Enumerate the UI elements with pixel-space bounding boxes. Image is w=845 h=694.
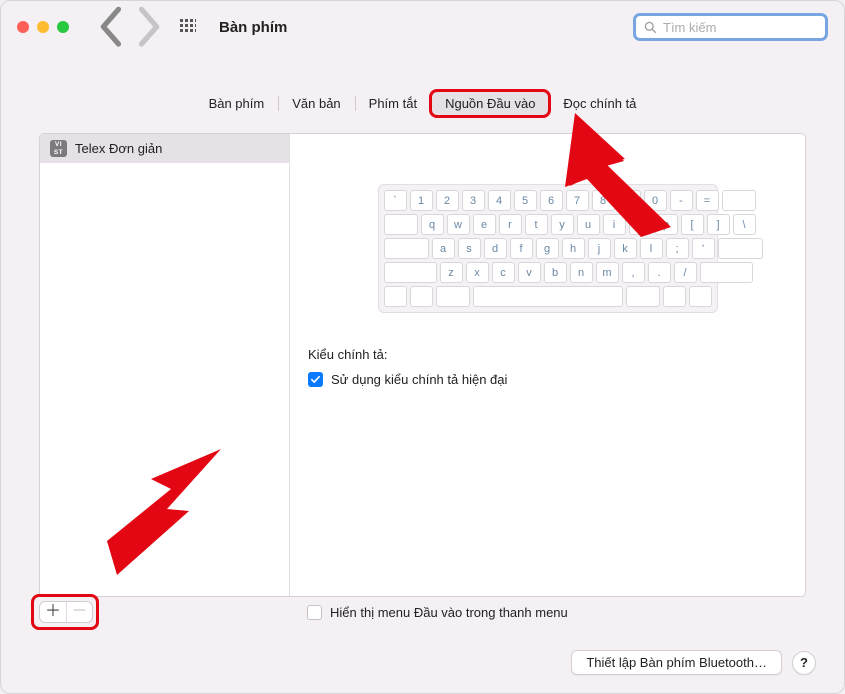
keyboard-key: .	[648, 262, 671, 283]
forward-button	[135, 14, 161, 40]
keyboard-key: 6	[540, 190, 563, 211]
keyboard-key: k	[614, 238, 637, 259]
window-title: Bàn phím	[219, 19, 287, 36]
keyboard-key: r	[499, 214, 522, 235]
keyboard-key: 5	[514, 190, 537, 211]
keyboard-key: 3	[462, 190, 485, 211]
keyboard-key	[384, 214, 418, 235]
keyboard-key: c	[492, 262, 515, 283]
spelling-checkbox-row[interactable]: Sử dụng kiểu chính tả hiện đại	[308, 372, 787, 387]
keyboard-key: z	[440, 262, 463, 283]
checkbox-checked-icon[interactable]	[308, 372, 323, 387]
add-button[interactable]: ＋	[40, 602, 66, 622]
keyboard-key: ,	[622, 262, 645, 283]
show-input-menu-checkbox[interactable]: Hiển thị menu Đầu vào trong thanh menu	[307, 605, 568, 620]
keyboard-key: v	[518, 262, 541, 283]
keyboard-key: '	[692, 238, 715, 259]
back-button[interactable]	[99, 14, 125, 40]
list-item[interactable]: VI ST Telex Đơn giản	[40, 134, 289, 163]
spelling-checkbox-label: Sử dụng kiểu chính tả hiện đại	[331, 372, 507, 387]
keyboard-key: n	[570, 262, 593, 283]
keyboard-key	[700, 262, 753, 283]
keyboard-key: g	[536, 238, 559, 259]
keyboard-key	[410, 286, 433, 307]
keyboard-key: /	[674, 262, 697, 283]
keyboard-key: 2	[436, 190, 459, 211]
keyboard-key: 4	[488, 190, 511, 211]
keyboard-key: w	[447, 214, 470, 235]
keyboard-key: 0	[644, 190, 667, 211]
keyboard-key: ]	[707, 214, 730, 235]
keyboard-key: q	[421, 214, 444, 235]
keyboard-key: y	[551, 214, 574, 235]
keyboard-key: f	[510, 238, 533, 259]
keyboard-key: l	[640, 238, 663, 259]
keyboard-key: u	[577, 214, 600, 235]
keyboard-key	[384, 238, 429, 259]
minimize-window-icon[interactable]	[37, 21, 49, 33]
keyboard-key: p	[655, 214, 678, 235]
keyboard-key: a	[432, 238, 455, 259]
keyboard-key	[473, 286, 623, 307]
keyboard-key	[626, 286, 660, 307]
help-button[interactable]: ?	[792, 651, 816, 675]
keyboard-key: 1	[410, 190, 433, 211]
keyboard-key: h	[562, 238, 585, 259]
keyboard-key: s	[458, 238, 481, 259]
keyboard-key: \	[733, 214, 756, 235]
keyboard-key: t	[525, 214, 548, 235]
tab-phím-tắt[interactable]: Phím tắt	[355, 91, 431, 116]
tabs: Bàn phímVăn bảnPhím tắtNguồn Đầu vàoĐọc …	[1, 91, 844, 116]
tab-đọc-chính-tả[interactable]: Đọc chính tả	[549, 91, 650, 116]
show-input-menu-label: Hiển thị menu Đầu vào trong thanh menu	[330, 605, 568, 620]
close-window-icon[interactable]	[17, 21, 29, 33]
window-controls[interactable]	[17, 21, 69, 33]
keyboard-key	[436, 286, 470, 307]
keyboard-key: =	[696, 190, 719, 211]
keyboard-preview: `1234567890-=qwertyuiop[]\asdfghjkl;'zxc…	[378, 184, 718, 313]
search-field[interactable]	[633, 13, 828, 41]
keyboard-key: b	[544, 262, 567, 283]
keyboard-key: d	[484, 238, 507, 259]
search-input[interactable]	[663, 20, 839, 35]
keyboard-key: e	[473, 214, 496, 235]
add-remove-group: ＋ －	[39, 601, 93, 623]
keyboard-key: [	[681, 214, 704, 235]
keyboard-key: o	[629, 214, 652, 235]
list-item-label: Telex Đơn giản	[75, 141, 162, 156]
search-icon	[644, 21, 657, 34]
keyboard-key	[384, 286, 407, 307]
spelling-header: Kiểu chính tả:	[308, 347, 787, 362]
keyboard-layout-icon: VI ST	[50, 140, 67, 157]
keyboard-key: 9	[618, 190, 641, 211]
keyboard-key: ;	[666, 238, 689, 259]
keyboard-key: 7	[566, 190, 589, 211]
maximize-window-icon[interactable]	[57, 21, 69, 33]
keyboard-key: -	[670, 190, 693, 211]
bluetooth-keyboard-button[interactable]: Thiết lập Bàn phím Bluetooth…	[571, 650, 782, 675]
keyboard-key: 8	[592, 190, 615, 211]
input-source-list: VI ST Telex Đơn giản	[40, 134, 290, 596]
tab-bàn-phím[interactable]: Bàn phím	[195, 91, 279, 116]
keyboard-key	[718, 238, 763, 259]
keyboard-key	[722, 190, 756, 211]
keyboard-key	[663, 286, 686, 307]
keyboard-key: `	[384, 190, 407, 211]
keyboard-key: j	[588, 238, 611, 259]
tab-văn-bản[interactable]: Văn bản	[278, 91, 354, 116]
keyboard-key	[689, 286, 712, 307]
keyboard-key: m	[596, 262, 619, 283]
tab-nguồn-đầu-vào[interactable]: Nguồn Đầu vào	[431, 91, 549, 116]
remove-button: －	[66, 602, 92, 622]
grid-icon[interactable]	[175, 14, 201, 40]
keyboard-key: x	[466, 262, 489, 283]
keyboard-key: i	[603, 214, 626, 235]
checkbox-unchecked-icon[interactable]	[307, 605, 322, 620]
keyboard-key	[384, 262, 437, 283]
